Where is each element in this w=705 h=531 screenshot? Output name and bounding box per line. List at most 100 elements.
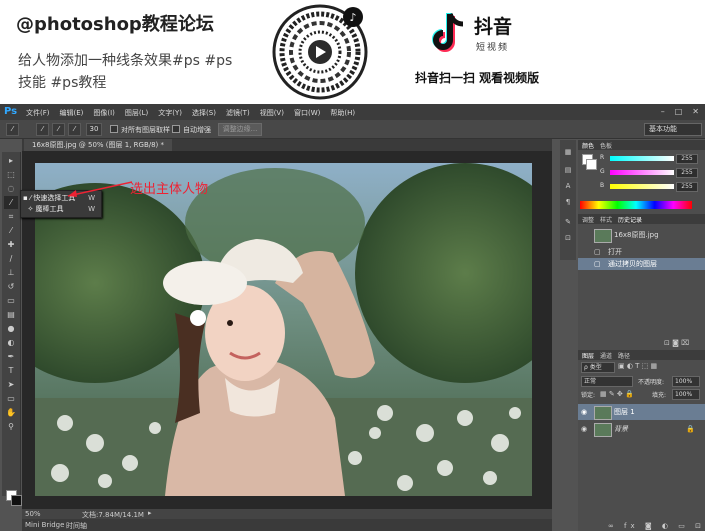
blur-tool-icon[interactable]: ●: [4, 322, 18, 335]
menu-edit[interactable]: 编辑(E): [60, 108, 84, 118]
path-selection-tool-icon[interactable]: ➤: [4, 378, 18, 391]
tab-mini-bridge[interactable]: Mini Bridge: [25, 521, 64, 529]
background-color-swatch[interactable]: [11, 495, 22, 506]
shape-tool-icon[interactable]: ▭: [4, 392, 18, 405]
clone-stamp-tool-icon[interactable]: ⊥: [4, 266, 18, 279]
layer-row-background[interactable]: ◉ 背景 🔒: [578, 421, 705, 437]
zoom-level[interactable]: 50%: [25, 510, 41, 518]
menu-file[interactable]: 文件(F): [26, 108, 50, 118]
blue-slider[interactable]: B 255: [598, 182, 704, 192]
window-controls: – □ ✕: [661, 107, 699, 116]
add-to-selection-icon[interactable]: ⁄: [52, 123, 65, 136]
tab-styles[interactable]: 样式: [600, 215, 612, 224]
menu-layer[interactable]: 图层(L): [125, 108, 148, 118]
menu-type[interactable]: 文字(Y): [158, 108, 182, 118]
minimize-button[interactable]: –: [661, 107, 665, 116]
blend-mode-select[interactable]: 正常: [581, 376, 633, 387]
tab-history[interactable]: 历史记录: [618, 215, 642, 224]
zoom-tool-icon[interactable]: ⚲: [4, 420, 18, 433]
blue-value[interactable]: 255: [676, 182, 698, 192]
color-spectrum-bar[interactable]: [580, 201, 692, 209]
menu-filter[interactable]: 滤镜(T): [226, 108, 250, 118]
douyin-subtitle: 短视频: [476, 43, 510, 53]
green-track[interactable]: [610, 170, 674, 175]
background-visibility-icon[interactable]: ◉: [581, 421, 587, 437]
opacity-label: 不透明度:: [638, 379, 665, 386]
history-panel-footer-icons[interactable]: ⊡ ◙ ⌧: [664, 339, 689, 347]
new-selection-icon[interactable]: ⁄: [36, 123, 49, 136]
subtract-from-selection-icon[interactable]: ⁄: [68, 123, 81, 136]
history-brush-tool-icon[interactable]: ↺: [4, 280, 18, 293]
history-item-layer-via-copy[interactable]: ▢ 通过拷贝的图层: [578, 258, 705, 270]
layers-panel-tabs: 图层 通道 路径: [578, 350, 705, 360]
tab-timeline[interactable]: 时间轴: [66, 521, 87, 531]
type-tool-icon[interactable]: T: [4, 364, 18, 377]
opacity-input[interactable]: 100%: [672, 376, 700, 387]
gradient-tool-icon[interactable]: ▤: [4, 308, 18, 321]
status-arrow-icon[interactable]: ▸: [148, 509, 152, 517]
refine-edge-button[interactable]: 调整边缘...: [218, 123, 262, 136]
green-label: G: [600, 168, 605, 175]
clone-source-dock-icon[interactable]: ⊡: [562, 232, 574, 244]
close-button[interactable]: ✕: [692, 107, 699, 116]
photo-girl-in-flowers[interactable]: [35, 163, 532, 496]
history-copy-label: 通过拷贝的图层: [608, 260, 657, 268]
tab-swatches[interactable]: 色板: [600, 141, 612, 150]
eyedropper-tool-icon[interactable]: ⁄: [4, 224, 18, 237]
character-dock-icon[interactable]: A: [562, 180, 574, 192]
brush-dock-icon[interactable]: ✎: [562, 216, 574, 228]
tab-adjustments[interactable]: 调整: [582, 215, 594, 224]
color-bg-swatch[interactable]: [586, 159, 597, 170]
tab-paths[interactable]: 路径: [618, 351, 630, 360]
sample-all-layers-checkbox[interactable]: 对所有图层取样: [110, 125, 170, 135]
red-value[interactable]: 255: [676, 154, 698, 164]
brush-tool-icon[interactable]: ∕: [4, 252, 18, 265]
tool-preset-picker-icon[interactable]: ⁄: [6, 123, 19, 136]
dodge-tool-icon[interactable]: ◐: [4, 336, 18, 349]
layer1-visibility-icon[interactable]: ◉: [581, 404, 587, 420]
menu-view[interactable]: 视图(V): [260, 108, 284, 118]
paragraph-dock-icon[interactable]: ¶: [562, 196, 574, 208]
history-item-open[interactable]: ▢ 打开: [578, 246, 705, 258]
menu-window[interactable]: 窗口(W): [294, 108, 320, 118]
workspace-select[interactable]: 基本功能: [644, 123, 702, 136]
flyout-magic-wand-tool[interactable]: ✧ 魔棒工具 W: [23, 204, 99, 215]
history-open-icon: ▢: [594, 248, 601, 256]
history-snapshot[interactable]: 16x8原图.jpg: [578, 226, 705, 244]
red-track[interactable]: [610, 156, 674, 161]
layers-panel-footer-icons[interactable]: ∞ fx ◙ ◐ ▭ ⊡ ⌧: [608, 522, 705, 530]
red-slider[interactable]: R 255: [598, 154, 704, 164]
healing-brush-tool-icon[interactable]: ✚: [4, 238, 18, 251]
fill-input[interactable]: 100%: [672, 389, 700, 400]
quick-selection-tool-icon[interactable]: ⁄: [4, 196, 18, 209]
blue-track[interactable]: [610, 184, 674, 189]
green-value[interactable]: 255: [676, 168, 698, 178]
document-tab-bar: 16x8原图.jpg @ 50% (图层 1, RGB/8) *: [22, 139, 552, 151]
move-tool-icon[interactable]: ▸: [4, 154, 18, 167]
tab-color[interactable]: 颜色: [582, 141, 594, 150]
marquee-tool-icon[interactable]: ⬚: [4, 168, 18, 181]
history-dock-icon[interactable]: ▦: [562, 146, 574, 158]
layer-filter-icons[interactable]: ▣ ◐ T ⬚ ▦: [618, 362, 657, 370]
layer-kind-filter[interactable]: ρ 类型: [581, 362, 615, 373]
properties-dock-icon[interactable]: ▤: [562, 164, 574, 176]
eraser-tool-icon[interactable]: ▭: [4, 294, 18, 307]
tab-channels[interactable]: 通道: [600, 351, 612, 360]
snapshot-name: 16x8原图.jpg: [614, 231, 659, 239]
crop-tool-icon[interactable]: ⌗: [4, 210, 18, 223]
auto-enhance-checkbox[interactable]: 自动增强: [172, 125, 211, 135]
lock-icons[interactable]: ▦ ✎ ✥ 🔒: [600, 390, 634, 398]
document-tab[interactable]: 16x8原图.jpg @ 50% (图层 1, RGB/8) *: [24, 139, 173, 151]
green-slider[interactable]: G 255: [598, 168, 704, 178]
menu-image[interactable]: 图像(I): [93, 108, 115, 118]
layer-row-layer1[interactable]: ◉ 图层 1: [578, 404, 705, 420]
maximize-button[interactable]: □: [675, 107, 683, 116]
tab-layers[interactable]: 图层: [582, 351, 594, 360]
menu-help[interactable]: 帮助(H): [330, 108, 355, 118]
banner-description-line1: 给人物添加一种线条效果#ps #ps: [18, 53, 233, 69]
hand-tool-icon[interactable]: ✋: [4, 406, 18, 419]
brush-size-picker[interactable]: 30: [86, 123, 102, 136]
lasso-tool-icon[interactable]: ◌: [4, 182, 18, 195]
pen-tool-icon[interactable]: ✒: [4, 350, 18, 363]
menu-select[interactable]: 选择(S): [192, 108, 216, 118]
